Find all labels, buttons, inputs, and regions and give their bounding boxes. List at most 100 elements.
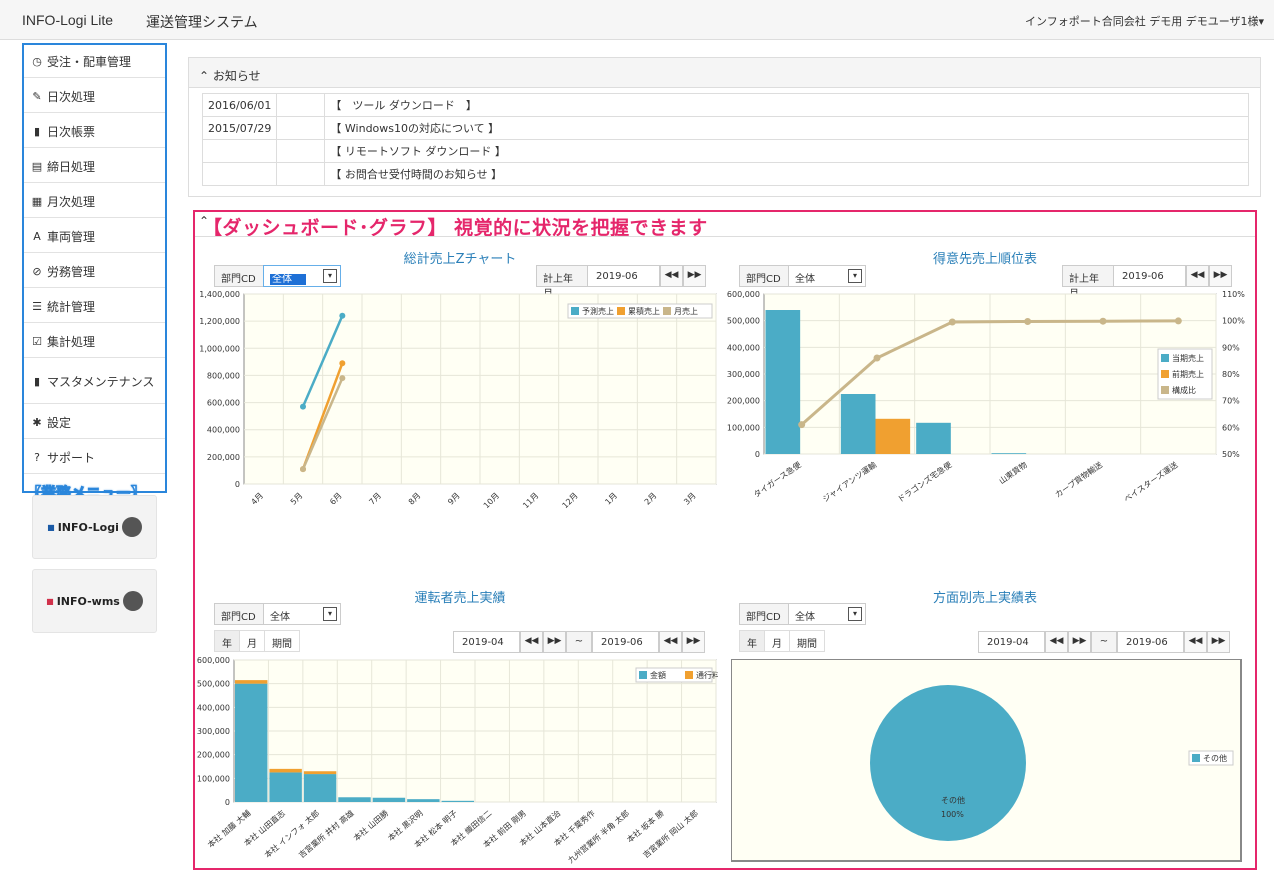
y2-tick-label: 110%: [1222, 290, 1245, 299]
x-tick-label: 4月: [249, 491, 265, 507]
sidebar-item-4[interactable]: ▦ 月次処理: [24, 185, 165, 218]
seg-year[interactable]: 年: [739, 630, 765, 652]
bar: [303, 774, 337, 802]
x-tick-label: 山東貨物: [997, 459, 1029, 486]
from-input[interactable]: 2019-04: [978, 631, 1045, 653]
prev-button[interactable]: ◀◀: [1184, 631, 1207, 653]
bar: [235, 680, 268, 684]
book-icon: ▮: [33, 375, 41, 388]
file-icon: ▮: [33, 124, 41, 138]
seg-month[interactable]: 月: [239, 630, 265, 652]
seg-period[interactable]: 期間: [264, 630, 300, 652]
notice-title: お知らせ: [212, 69, 261, 83]
bar: [372, 797, 406, 802]
legend-swatch: [1161, 354, 1169, 362]
dept-select[interactable]: 全体 ▾: [263, 265, 341, 287]
x-tick-label: 7月: [367, 491, 383, 507]
data-point: [1174, 317, 1182, 325]
legend-swatch: [685, 671, 693, 679]
prev-button[interactable]: ◀◀: [520, 631, 543, 653]
data-point: [300, 403, 306, 410]
dept-select[interactable]: 全体 ▾: [788, 603, 866, 625]
prev-button[interactable]: ◀◀: [1186, 265, 1209, 287]
sidebar-item-9[interactable]: ▮ マスタメンテナンス: [24, 360, 165, 404]
x-tick-label: 12月: [561, 491, 580, 510]
next-button[interactable]: ▶▶: [1209, 265, 1232, 287]
bar: [303, 771, 337, 775]
sidebar-item-0[interactable]: ◷ 受注・配車管理: [24, 45, 165, 78]
sidebar-item-10[interactable]: ✱ 設定: [24, 406, 165, 439]
dept-select[interactable]: 全体 ▾: [788, 265, 866, 287]
bar: [840, 394, 876, 454]
question-icon: ?: [34, 450, 40, 464]
bar: [269, 772, 302, 802]
notice-header[interactable]: ⌃ お知らせ: [189, 58, 1260, 88]
from-input[interactable]: 2019-04: [453, 631, 520, 653]
data-point: [873, 354, 881, 362]
legend-label: 当期売上: [1172, 353, 1204, 363]
dept-label: 部門CD: [214, 603, 264, 625]
data-point: [339, 375, 346, 382]
prev-button[interactable]: ◀◀: [1045, 631, 1068, 653]
next-button[interactable]: ▶▶: [543, 631, 566, 653]
info-wms-logo[interactable]: ■ INFO-wms: [32, 569, 157, 633]
next-button[interactable]: ▶▶: [682, 631, 705, 653]
month-input[interactable]: 2019-06: [1113, 265, 1186, 287]
seg-year[interactable]: 年: [214, 630, 240, 652]
dept-label: 部門CD: [214, 265, 264, 287]
notice-link[interactable]: 【 Windows10の対応について 】: [324, 116, 1249, 140]
month-input[interactable]: 2019-06: [587, 265, 660, 287]
x-tick-label: 吉宮業所 岡山 太郎: [641, 808, 700, 860]
next-button[interactable]: ▶▶: [1207, 631, 1230, 653]
chevron-down-icon: ▾: [323, 607, 337, 621]
next-button[interactable]: ▶▶: [1068, 631, 1091, 653]
notice-link[interactable]: 【 お問合せ受付時間のお知らせ 】: [324, 162, 1249, 186]
y2-tick-label: 80%: [1222, 370, 1240, 379]
chevron-down-icon: ▾: [848, 607, 862, 621]
x-tick-label: 本社 山田勝: [351, 808, 390, 843]
bar: [269, 768, 302, 773]
notice-blank: [276, 93, 326, 117]
prev-button[interactable]: ◀◀: [660, 265, 683, 287]
bar: [765, 310, 801, 454]
sidebar-item-2[interactable]: ▮ 日次帳票: [24, 115, 165, 148]
dept-value: 全体: [270, 274, 306, 285]
bar: [441, 800, 474, 802]
calendar-icon: ▦: [31, 194, 43, 208]
dept-select[interactable]: 全体 ▾: [263, 603, 341, 625]
y-tick-label: 400,000: [207, 426, 240, 435]
x-tick-label: タイガース急便: [752, 459, 803, 499]
legend-label: 通行料: [696, 670, 718, 680]
info-logi-logo[interactable]: ■ INFO-Logi: [32, 495, 157, 559]
user-menu[interactable]: インフォポート合同会社 デモ用 デモユーザ1様▾: [1025, 13, 1264, 29]
seg-month[interactable]: 月: [764, 630, 790, 652]
divider: [195, 236, 1255, 237]
sidebar-item-5[interactable]: A 車両管理: [24, 220, 165, 253]
sidebar-item-7[interactable]: ☰ 統計管理: [24, 290, 165, 323]
month-label: 計上年月: [1062, 265, 1114, 300]
to-input[interactable]: 2019-06: [1117, 631, 1184, 653]
prev-button[interactable]: ◀◀: [659, 631, 682, 653]
seg-period[interactable]: 期間: [789, 630, 825, 652]
x-tick-label: ジャイアンツ運輸: [821, 459, 879, 503]
data-point: [948, 318, 956, 326]
sidebar-item-1[interactable]: ✎ 日次処理: [24, 80, 165, 113]
sidebar-item-11[interactable]: ? サポート: [24, 441, 165, 474]
sidebar-item-label: 日次帳票: [47, 124, 96, 139]
sidebar-item-6[interactable]: ⊘ 労務管理: [24, 255, 165, 288]
next-button[interactable]: ▶▶: [683, 265, 706, 287]
y-tick-label: 0: [235, 480, 240, 489]
sidebar-item-8[interactable]: ☑ 集計処理: [24, 325, 165, 358]
sidebar-item-label: 日次処理: [47, 89, 96, 104]
brand-name[interactable]: INFO-Logi Lite: [22, 12, 113, 28]
y-tick-label: 1,200,000: [199, 317, 240, 326]
list-icon: ▤: [31, 159, 43, 173]
notice-link[interactable]: 【 リモートソフト ダウンロード 】: [324, 139, 1249, 163]
sidebar-item-3[interactable]: ▤ 締日処理: [24, 150, 165, 183]
notice-link[interactable]: 【 ツール ダウンロード 】: [324, 93, 1249, 117]
x-tick-label: 1月: [603, 491, 619, 507]
bar: [991, 453, 1027, 454]
legend-swatch: [1192, 754, 1200, 762]
to-input[interactable]: 2019-06: [592, 631, 659, 653]
x-tick-label: 九州営業所 半角 太郎: [566, 808, 631, 865]
